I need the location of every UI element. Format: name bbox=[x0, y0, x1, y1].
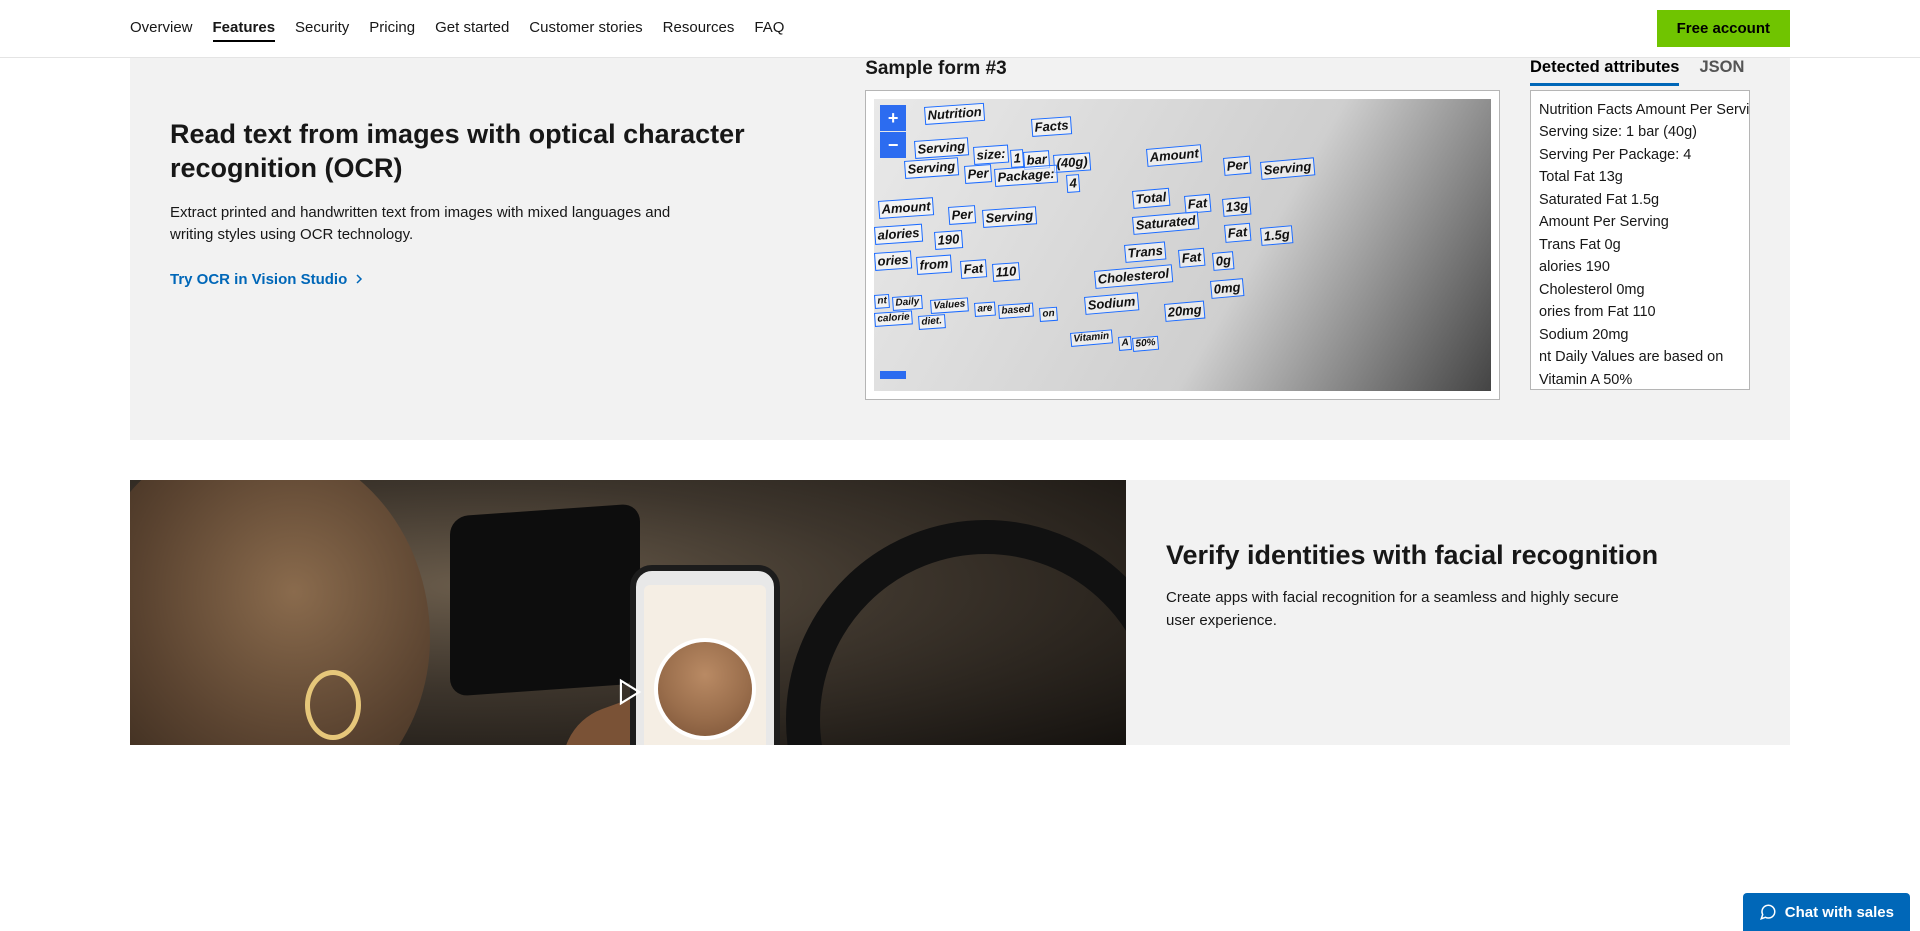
ocr-bounding-box: Fat bbox=[1178, 248, 1205, 268]
nav-item-security[interactable]: Security bbox=[295, 15, 349, 42]
result-line: Serving size: 1 bar (40g) bbox=[1539, 121, 1741, 143]
ocr-bounding-box: Serving bbox=[904, 157, 959, 178]
face-text-column: Verify identities with facial recognitio… bbox=[1126, 480, 1790, 745]
chat-with-sales-button[interactable]: Chat with sales bbox=[1743, 893, 1910, 931]
result-line: Serving Per Package: 4 bbox=[1539, 144, 1741, 166]
ocr-bounding-box: Sodium bbox=[1084, 292, 1139, 314]
play-button[interactable] bbox=[611, 675, 645, 709]
play-icon bbox=[611, 675, 645, 709]
ocr-bounding-box: Per bbox=[948, 205, 976, 224]
ocr-bounding-box: Package: bbox=[994, 165, 1058, 187]
minimap-indicator bbox=[880, 371, 906, 379]
ocr-bounding-box: Fat bbox=[1224, 223, 1251, 243]
ocr-bounding-box: A bbox=[1118, 336, 1132, 351]
result-line: Trans Fat 0g bbox=[1539, 234, 1741, 256]
ocr-bounding-box: based bbox=[998, 303, 1034, 319]
result-line: Vitamin A 50% bbox=[1539, 369, 1741, 390]
result-line: Nutrition Facts Amount Per Serving bbox=[1539, 99, 1741, 121]
ocr-demo-column: Sample form #3 Nutrition Facts Amount Per Se… bbox=[865, 58, 1750, 400]
ocr-bounding-box: Amount bbox=[1146, 144, 1202, 166]
ocr-bounding-box: Amount bbox=[878, 197, 934, 218]
ocr-bounding-box: Cholesterol bbox=[1094, 264, 1173, 288]
nav-tabs: Overview Features Security Pricing Get start… bbox=[130, 15, 784, 42]
ocr-bounding-box: Values bbox=[930, 297, 969, 314]
ocr-bounding-box: Vitamin bbox=[1070, 329, 1113, 347]
face-heading: Verify identities with facial recognitio… bbox=[1166, 540, 1750, 571]
chat-icon bbox=[1759, 903, 1777, 921]
ocr-bounding-box: Total bbox=[1132, 188, 1170, 209]
sample-image-viewer[interactable]: NutritionFactsAmountPerServingServingsiz… bbox=[865, 90, 1500, 400]
results-panel: Detected attributes JSON Nutrition Facts… bbox=[1530, 58, 1750, 400]
tab-json[interactable]: JSON bbox=[1699, 58, 1744, 86]
ocr-bounding-box: diet. bbox=[918, 314, 945, 330]
result-line: Sodium 20mg bbox=[1539, 324, 1741, 346]
secondary-nav: Overview Features Security Pricing Get start… bbox=[0, 0, 1920, 58]
ocr-bounding-box: Fat bbox=[960, 259, 987, 278]
chevron-right-icon bbox=[353, 273, 365, 285]
try-ocr-link[interactable]: Try OCR in Vision Studio bbox=[170, 271, 365, 288]
ocr-description: Extract printed and handwritten text fro… bbox=[170, 202, 690, 247]
ocr-bounding-box: 190 bbox=[934, 230, 963, 249]
ocr-bounding-box: 110 bbox=[992, 262, 1020, 281]
nav-item-resources[interactable]: Resources bbox=[663, 15, 735, 42]
ocr-section: Read text from images with optical chara… bbox=[130, 58, 1790, 440]
ocr-text-column: Read text from images with optical chara… bbox=[170, 58, 865, 400]
nav-item-features[interactable]: Features bbox=[213, 15, 276, 42]
result-line: Saturated Fat 1.5g bbox=[1539, 189, 1741, 211]
ocr-bounding-box: nt bbox=[874, 294, 890, 309]
ocr-bounding-box: Facts bbox=[1031, 116, 1072, 136]
results-body[interactable]: Nutrition Facts Amount Per ServingServin… bbox=[1530, 90, 1750, 390]
ocr-bounding-box: 1.5g bbox=[1260, 225, 1293, 245]
result-line: Cholesterol 0mg bbox=[1539, 279, 1741, 301]
ocr-heading: Read text from images with optical chara… bbox=[170, 118, 805, 186]
results-tabs: Detected attributes JSON bbox=[1530, 58, 1750, 86]
ocr-bounding-box: 4 bbox=[1066, 174, 1080, 192]
ocr-bounding-box: 50% bbox=[1132, 336, 1159, 352]
ocr-bounding-box: size: bbox=[973, 145, 1009, 165]
ocr-bounding-box: ories bbox=[874, 250, 912, 270]
nav-item-get-started[interactable]: Get started bbox=[435, 15, 509, 42]
nav-item-customer-stories[interactable]: Customer stories bbox=[529, 15, 642, 42]
sample-title: Sample form #3 bbox=[865, 58, 1500, 80]
ocr-bounding-box: Per bbox=[1223, 156, 1251, 176]
ocr-bounding-box: on bbox=[1039, 307, 1058, 322]
face-description: Create apps with facial recognition for … bbox=[1166, 587, 1646, 632]
face-video-thumbnail[interactable] bbox=[130, 480, 1126, 745]
tab-detected-attributes[interactable]: Detected attributes bbox=[1530, 58, 1679, 86]
result-line: Total Fat 13g bbox=[1539, 166, 1741, 188]
result-line: ories from Fat 110 bbox=[1539, 301, 1741, 323]
zoom-controls: + − bbox=[880, 105, 906, 158]
ocr-bounding-box: alories bbox=[874, 224, 923, 245]
chat-label: Chat with sales bbox=[1785, 904, 1894, 921]
ocr-bounding-box: calorie bbox=[874, 310, 913, 327]
ocr-bounding-box: (40g) bbox=[1053, 152, 1091, 172]
ocr-bounding-box: Nutrition bbox=[924, 103, 985, 125]
ocr-bounding-box: Serving bbox=[1260, 157, 1315, 179]
ocr-bounding-box: are bbox=[974, 302, 996, 317]
nav-item-faq[interactable]: FAQ bbox=[754, 15, 784, 42]
ocr-bounding-box: Per bbox=[964, 164, 992, 183]
result-line: nt Daily Values are based on bbox=[1539, 346, 1741, 368]
ocr-bounding-box: Serving bbox=[914, 137, 969, 158]
nav-item-pricing[interactable]: Pricing bbox=[369, 15, 415, 42]
ocr-bounding-box: Serving bbox=[982, 206, 1037, 227]
sample-area: Sample form #3 Nutrition Facts Amount Per Se… bbox=[865, 58, 1500, 400]
ocr-bounding-box: Daily bbox=[892, 295, 923, 311]
sample-image: NutritionFactsAmountPerServingServingsiz… bbox=[874, 99, 1491, 391]
zoom-out-button[interactable]: − bbox=[880, 132, 906, 158]
try-ocr-link-label: Try OCR in Vision Studio bbox=[170, 271, 347, 288]
ocr-bounding-box: 0mg bbox=[1210, 278, 1244, 298]
ocr-bounding-box: Saturated bbox=[1132, 211, 1199, 234]
ocr-bounding-box: 0g bbox=[1212, 251, 1235, 270]
result-line: Amount Per Serving bbox=[1539, 211, 1741, 233]
facial-recognition-section: Verify identities with facial recognitio… bbox=[130, 480, 1790, 745]
ocr-bounding-box: 20mg bbox=[1164, 301, 1205, 322]
zoom-in-button[interactable]: + bbox=[880, 105, 906, 131]
ocr-bounding-box: from bbox=[916, 255, 952, 275]
ocr-bounding-box: 13g bbox=[1222, 197, 1252, 217]
free-account-button[interactable]: Free account bbox=[1657, 10, 1790, 47]
result-line: alories 190 bbox=[1539, 256, 1741, 278]
nav-item-overview[interactable]: Overview bbox=[130, 15, 193, 42]
ocr-bounding-box: Trans bbox=[1124, 241, 1167, 262]
